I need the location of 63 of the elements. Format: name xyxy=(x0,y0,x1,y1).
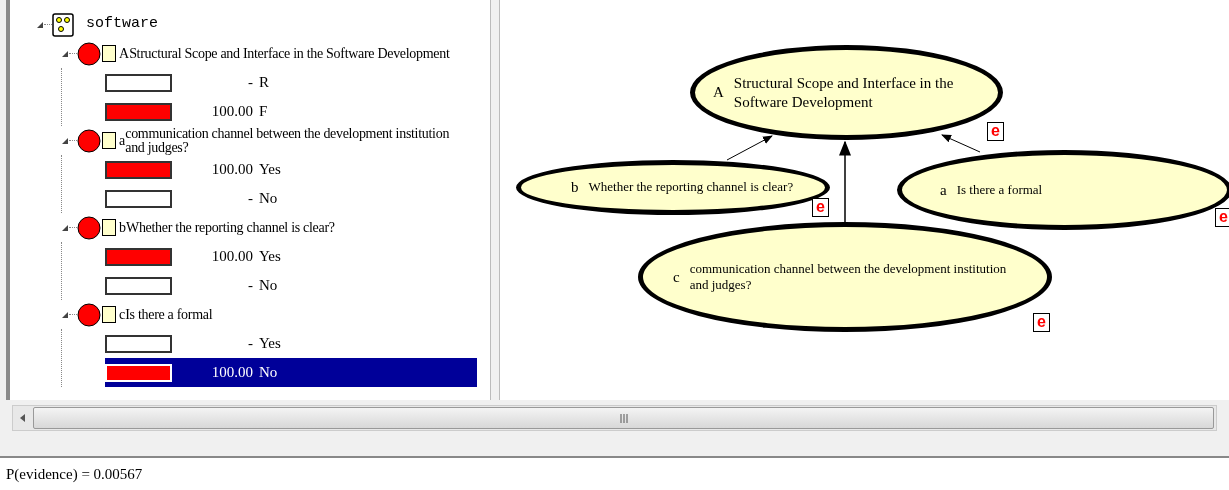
graph-node-letter: A xyxy=(713,83,724,103)
graph-node-letter: b xyxy=(571,178,579,198)
state-name: Yes xyxy=(259,247,281,267)
grip-icon xyxy=(619,413,628,423)
state-name: No xyxy=(259,276,278,296)
node-square-icon xyxy=(102,306,116,323)
state-row[interactable]: 100.00 Yes xyxy=(105,155,477,184)
node-title: Is there a formal xyxy=(125,307,213,322)
arrow xyxy=(941,134,981,153)
expanded-triangle-icon[interactable] xyxy=(61,136,69,145)
graph-node-label: Structural Scope and Interface in the Software Development xyxy=(733,73,955,112)
node-letter: A xyxy=(119,45,130,63)
graph-node-letter: c xyxy=(673,267,680,287)
expanded-triangle-icon[interactable] xyxy=(61,223,69,232)
state-name: Yes xyxy=(259,160,281,180)
state-value: 100.00 xyxy=(210,363,253,383)
state-row[interactable]: 100.00 F xyxy=(105,97,477,126)
state-row[interactable]: 100.00 No xyxy=(105,358,477,387)
state-value: 100.00 xyxy=(210,102,253,122)
state-value: - xyxy=(247,73,253,93)
state-name: R xyxy=(259,73,269,93)
node-circle-icon xyxy=(77,128,101,153)
state-value: 100.00 xyxy=(210,160,253,180)
expanded-triangle-icon[interactable] xyxy=(61,49,69,58)
arrow xyxy=(726,135,773,161)
network-icon xyxy=(52,12,74,37)
node-title: communication channel between the development institution and judges? xyxy=(125,126,451,155)
graph-node-label: communication channel between the development institution and judges? xyxy=(689,260,1008,294)
node-circle-icon xyxy=(77,41,101,66)
evidence-badge: e xyxy=(987,122,1004,141)
state-row[interactable]: - No xyxy=(105,184,477,213)
state-name: No xyxy=(259,189,278,209)
state-value: - xyxy=(247,276,253,296)
state-row[interactable]: - No xyxy=(105,271,477,300)
state-value: - xyxy=(247,189,253,209)
node-title: Whether the reporting channel is clear? xyxy=(126,220,335,235)
state-value: 100.00 xyxy=(210,247,253,267)
state-name: No xyxy=(259,363,278,383)
node-square-icon xyxy=(102,132,116,149)
evidence-badge: e xyxy=(812,198,829,217)
state-name: F xyxy=(259,102,268,122)
status-text: P(evidence) = 0.00567 xyxy=(6,464,143,484)
expanded-triangle-icon[interactable] xyxy=(36,20,44,29)
evidence-badge: e xyxy=(1033,313,1050,332)
node-circle-icon xyxy=(77,302,101,327)
graph-node-label: Whether the reporting channel is clear? xyxy=(588,179,795,196)
state-name: Yes xyxy=(259,334,281,354)
state-row[interactable]: - Yes xyxy=(105,329,477,358)
evidence-badge: e xyxy=(1215,208,1229,227)
node-letter: c xyxy=(119,306,126,324)
state-row[interactable]: - R xyxy=(105,68,477,97)
node-title: Structural Scope and Interface in the Software Development xyxy=(129,46,450,61)
node-letter: b xyxy=(119,219,126,237)
graph-node-label: Is there a formal xyxy=(956,181,1044,199)
node-circle-icon xyxy=(77,215,101,240)
node-square-icon xyxy=(102,45,116,62)
state-row[interactable]: 100.00 Yes xyxy=(105,242,477,271)
expanded-triangle-icon[interactable] xyxy=(61,310,69,319)
node-square-icon xyxy=(102,219,116,236)
state-value: - xyxy=(247,334,253,354)
graph-node-letter: a xyxy=(940,180,947,200)
node-letter: a xyxy=(119,133,126,148)
network-name: software xyxy=(86,14,158,35)
